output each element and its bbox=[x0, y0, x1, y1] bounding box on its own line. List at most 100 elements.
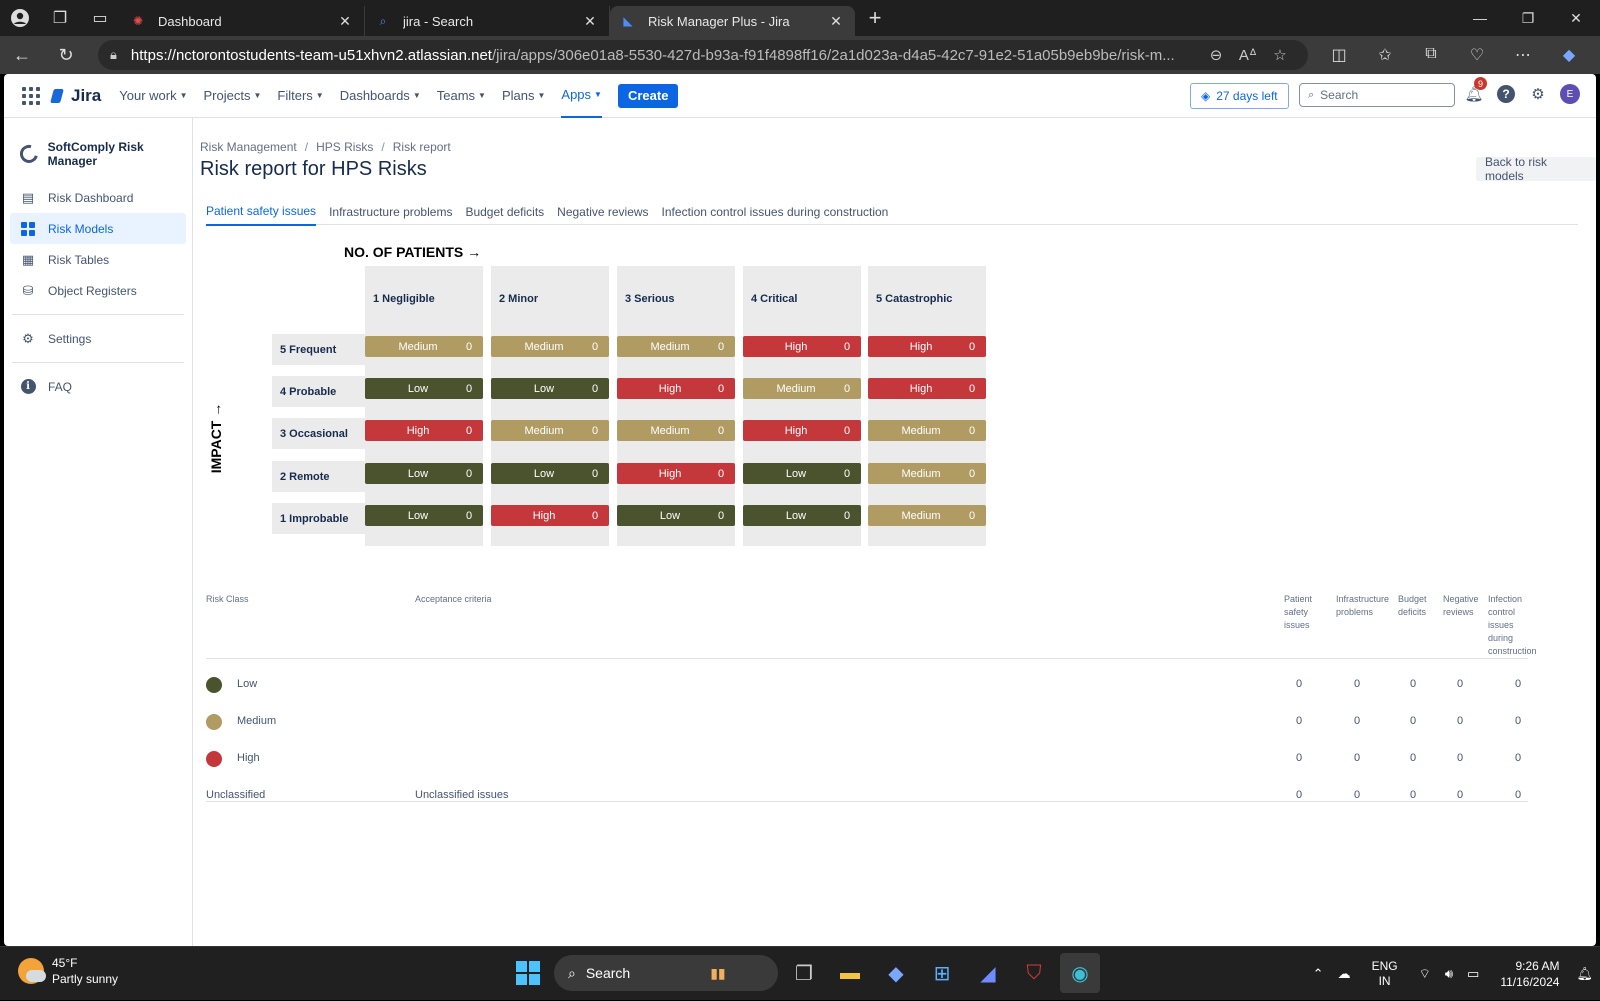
matrix-cell[interactable]: Medium 0 bbox=[491, 420, 609, 441]
tab-budget-deficits[interactable]: Budget deficits bbox=[465, 198, 544, 225]
matrix-cell[interactable]: Low 0 bbox=[365, 505, 483, 526]
matrix-cell[interactable]: Low 0 bbox=[617, 505, 735, 526]
settings-button[interactable]: ⚙ bbox=[1528, 84, 1548, 104]
minimize-icon[interactable]: — bbox=[1456, 0, 1504, 36]
matrix-cell[interactable]: Medium 0 bbox=[617, 336, 735, 357]
breadcrumb-risk-management[interactable]: Risk Management bbox=[200, 140, 297, 154]
sidebar-item-risk-dashboard[interactable]: ▤ Risk Dashboard bbox=[10, 182, 186, 213]
matrix-cell[interactable]: Medium 0 bbox=[365, 336, 483, 357]
read-aloud-icon[interactable]: Aᐞ bbox=[1232, 46, 1264, 64]
refresh-icon[interactable]: ↻ bbox=[44, 36, 88, 74]
back-to-risk-models-button[interactable]: Back to risk models bbox=[1476, 155, 1596, 183]
edge-icon[interactable]: ◉ bbox=[1060, 953, 1100, 993]
menu-filters[interactable]: Filters ▼ bbox=[277, 74, 323, 118]
search-input[interactable]: ⌕ Search bbox=[1299, 83, 1455, 107]
matrix-cell[interactable]: Medium 0 bbox=[491, 336, 609, 357]
breadcrumb-hps-risks[interactable]: HPS Risks bbox=[316, 140, 373, 154]
split-screen-icon[interactable]: ◫ bbox=[1316, 45, 1362, 65]
workspaces-icon[interactable]: ❐ bbox=[40, 0, 80, 36]
favorite-star-icon[interactable]: ☆ bbox=[1264, 46, 1296, 64]
zoom-icon[interactable]: ⊖ bbox=[1200, 46, 1232, 64]
trial-button[interactable]: ◈ 27 days left bbox=[1190, 83, 1289, 109]
matrix-cell[interactable]: Medium 0 bbox=[743, 378, 861, 399]
help-button[interactable]: ? bbox=[1496, 84, 1516, 104]
favorites-icon[interactable]: ✩ bbox=[1362, 45, 1408, 65]
weather-widget[interactable]: 45°F Partly sunny bbox=[18, 955, 118, 987]
matrix-cell[interactable]: Low 0 bbox=[743, 463, 861, 484]
tab-patient-safety-issues[interactable]: Patient safety issues bbox=[206, 198, 317, 226]
close-icon[interactable]: ✕ bbox=[827, 13, 845, 30]
taskbar-search[interactable]: ⌕ Search ▮▮ bbox=[554, 955, 778, 991]
windows-start-icon[interactable] bbox=[508, 953, 548, 993]
sidebar-item-object-registers[interactable]: ⛁ Object Registers bbox=[10, 275, 186, 306]
matrix-cell[interactable]: High 0 bbox=[743, 336, 861, 357]
new-tab-button[interactable]: + bbox=[855, 5, 895, 31]
notification-bell-icon[interactable]: 🔔︎ bbox=[1576, 966, 1593, 982]
matrix-cell[interactable]: Medium 0 bbox=[868, 420, 986, 441]
menu-plans[interactable]: Plans ▼ bbox=[502, 74, 545, 118]
matrix-cell[interactable]: High 0 bbox=[743, 420, 861, 441]
browser-tab-dashboard[interactable]: ✺ Dashboard ✕ bbox=[120, 6, 365, 36]
store-icon[interactable]: ⊞ bbox=[922, 953, 962, 993]
file-explorer-icon[interactable]: ▬ bbox=[830, 953, 870, 993]
matrix-cell[interactable]: High 0 bbox=[365, 420, 483, 441]
matrix-cell[interactable]: High 0 bbox=[617, 463, 735, 484]
matrix-cell[interactable]: High 0 bbox=[617, 378, 735, 399]
sidebar-item-risk-tables[interactable]: ▦ Risk Tables bbox=[10, 244, 186, 275]
menu-your-work[interactable]: Your work ▼ bbox=[119, 74, 187, 118]
sidebar-item-risk-models[interactable]: Risk Models bbox=[10, 213, 186, 244]
matrix-cell[interactable]: Low 0 bbox=[365, 463, 483, 484]
browser-essentials-icon[interactable]: ♡ bbox=[1454, 45, 1500, 65]
matrix-cell[interactable]: Medium 0 bbox=[868, 505, 986, 526]
matrix-cell[interactable]: Medium 0 bbox=[868, 463, 986, 484]
notifications-icon[interactable]: 🔔︎ 9 bbox=[1464, 77, 1487, 104]
sidebar-item-settings[interactable]: ⚙ Settings bbox=[10, 323, 186, 354]
jira-logo[interactable]: Jira bbox=[48, 86, 101, 106]
copilot-app-icon[interactable]: ◆ bbox=[876, 953, 916, 993]
clock[interactable]: 9:26 AM 11/16/2024 bbox=[1500, 958, 1559, 990]
create-button[interactable]: Create bbox=[617, 83, 679, 108]
close-icon[interactable]: ✕ bbox=[336, 13, 354, 30]
more-icon[interactable]: ⋯ bbox=[1500, 45, 1546, 65]
wifi-icon[interactable]: ⌔ bbox=[1419, 966, 1431, 982]
matrix-cell[interactable]: High 0 bbox=[868, 336, 986, 357]
volume-icon[interactable]: 🔊︎ bbox=[1445, 966, 1453, 982]
sidebar-app-title[interactable]: SoftComply Risk Manager bbox=[16, 140, 192, 168]
browser-tab-risk-manager[interactable]: ◣ Risk Manager Plus - Jira ✕ bbox=[610, 6, 855, 36]
mcafee-icon[interactable]: ⛉ bbox=[1014, 953, 1054, 993]
menu-dashboards[interactable]: Dashboards ▼ bbox=[340, 74, 421, 118]
restore-icon[interactable]: ❐ bbox=[1504, 0, 1552, 36]
copilot-icon[interactable]: ◆ bbox=[1546, 45, 1592, 65]
app-icon[interactable]: ◢ bbox=[968, 953, 1008, 993]
battery-icon[interactable]: ▭ bbox=[1467, 966, 1479, 982]
browser-tab-search[interactable]: ⌕ jira - Search ✕ bbox=[365, 6, 610, 36]
matrix-cell[interactable]: High 0 bbox=[868, 378, 986, 399]
matrix-cell[interactable]: Low 0 bbox=[365, 378, 483, 399]
matrix-cell[interactable]: Low 0 bbox=[491, 463, 609, 484]
matrix-cell[interactable]: Medium 0 bbox=[617, 420, 735, 441]
onedrive-icon[interactable]: ☁ bbox=[1338, 966, 1351, 982]
menu-projects[interactable]: Projects ▼ bbox=[204, 74, 262, 118]
tab-infrastructure-problems[interactable]: Infrastructure problems bbox=[329, 198, 452, 225]
profile-icon[interactable] bbox=[0, 0, 40, 36]
matrix-cell[interactable]: Low 0 bbox=[743, 505, 861, 526]
url-field[interactable]: 🔒︎ https://nctorontostudents-team-u51xhv… bbox=[98, 40, 1308, 70]
close-window-icon[interactable]: ✕ bbox=[1552, 0, 1600, 36]
breadcrumb-risk-report[interactable]: Risk report bbox=[393, 140, 451, 154]
profile-button[interactable]: E bbox=[1560, 84, 1580, 104]
tab-actions-icon[interactable]: ▭ bbox=[80, 0, 120, 36]
matrix-cell[interactable]: Low 0 bbox=[491, 378, 609, 399]
menu-apps[interactable]: Apps ▼ bbox=[561, 74, 602, 118]
language-indicator[interactable]: ENG IN bbox=[1372, 959, 1398, 989]
menu-teams[interactable]: Teams ▼ bbox=[437, 74, 486, 118]
back-icon[interactable]: ← bbox=[0, 36, 44, 74]
sidebar-item-faq[interactable]: i FAQ bbox=[10, 371, 186, 402]
app-switcher-icon[interactable] bbox=[18, 83, 44, 109]
matrix-cell[interactable]: High 0 bbox=[491, 505, 609, 526]
task-view-icon[interactable]: ❐ bbox=[784, 953, 824, 993]
close-icon[interactable]: ✕ bbox=[581, 13, 599, 30]
collections-icon[interactable]: ⧉ bbox=[1408, 45, 1454, 65]
chevron-up-icon[interactable]: ⌃ bbox=[1313, 966, 1324, 982]
tab-infection-control[interactable]: Infection control issues during construc… bbox=[662, 198, 889, 225]
tab-negative-reviews[interactable]: Negative reviews bbox=[557, 198, 648, 225]
